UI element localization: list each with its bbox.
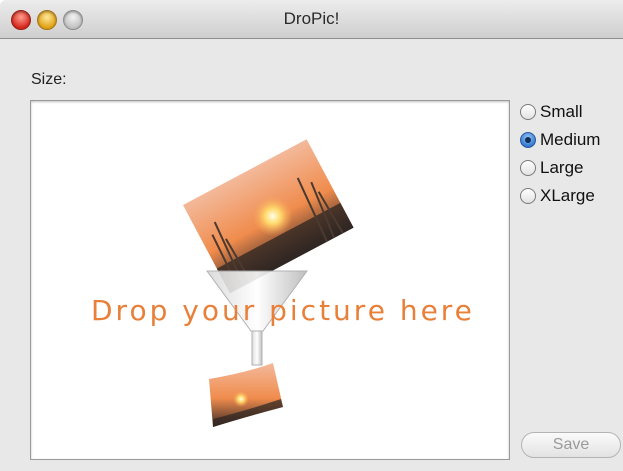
picture-drop-area[interactable]: Drop your picture here	[30, 100, 510, 460]
size-option-label: Small	[540, 102, 583, 121]
save-button[interactable]: Save	[521, 432, 621, 458]
size-option-xlarge[interactable]: XLarge	[520, 182, 600, 210]
drop-prompt: Drop your picture here	[91, 294, 475, 327]
size-option-large[interactable]: Large	[520, 154, 600, 182]
size-option-label: Medium	[540, 130, 601, 149]
radio-button-xlarge[interactable]	[520, 188, 536, 204]
sunset-photo-top	[183, 139, 354, 294]
app-window: DroPic! Size: Drop your picture here Sma…	[0, 0, 623, 471]
funnel-photo-illustration	[183, 139, 354, 427]
size-option-label: XLarge	[540, 186, 595, 205]
size-label: Size:	[31, 71, 67, 88]
size-radio-group: Small Medium Large XLarge	[520, 98, 600, 210]
size-option-small[interactable]: Small	[520, 98, 600, 126]
radio-button-large[interactable]	[520, 160, 536, 176]
title-bar[interactable]: DroPic!	[0, 0, 623, 39]
sunset-photo-bottom	[209, 363, 283, 427]
radio-button-small[interactable]	[520, 104, 536, 120]
radio-button-medium[interactable]	[520, 132, 536, 148]
window-title: DroPic!	[283, 9, 340, 28]
size-option-medium[interactable]: Medium	[520, 126, 600, 154]
size-option-label: Large	[540, 158, 584, 177]
